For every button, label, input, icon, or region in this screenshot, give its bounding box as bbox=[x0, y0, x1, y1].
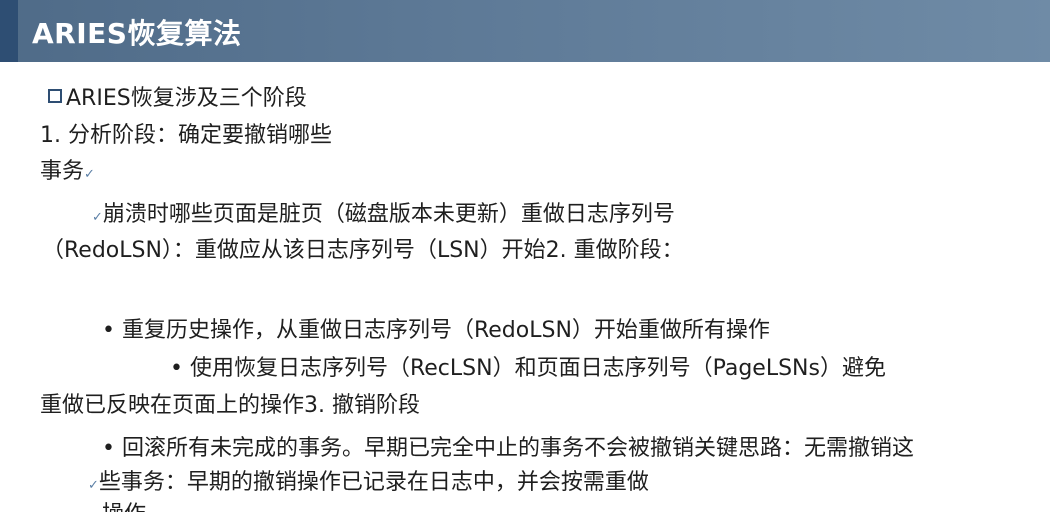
undo-bullet-1-continued: ✓些事务：早期的撤销操作已记录在日志中，并会按需重做 bbox=[88, 468, 649, 501]
undo-phase-line: 重做已反映在页面上的操作3. 撤销阶段 bbox=[40, 393, 420, 418]
check-icon: ✓ bbox=[88, 478, 99, 493]
undo-bullet-1: • 回滚所有未完成的事务。早期已完全中止的事务不会被撤销关键思路：无需撤销这 bbox=[102, 436, 914, 461]
undo-continued-text: 些事务：早期的撤销操作已记录在日志中，并会按需重做 bbox=[98, 470, 649, 495]
undo-bullet-1-tail: 操作 bbox=[102, 500, 146, 512]
dirty-pages-line: ✓崩溃时哪些页面是脏页（磁盘版本未更新）重做日志序列号 bbox=[92, 200, 675, 233]
dirty-pages-text: 崩溃时哪些页面是脏页（磁盘版本未更新）重做日志序列号 bbox=[102, 202, 675, 227]
title-bar-accent bbox=[0, 0, 18, 62]
heading-text: ARIES恢复涉及三个阶段 bbox=[66, 86, 307, 111]
slide: ARIES恢复算法 ARIES恢复涉及三个阶段 1. 分析阶段：确定要撤销哪些 … bbox=[0, 0, 1050, 512]
heading-line: ARIES恢复涉及三个阶段 bbox=[48, 84, 307, 114]
redolsn-line: （RedoLSN）：重做应从该日志序列号（LSN）开始2. 重做阶段： bbox=[42, 238, 684, 263]
analysis-continued-line: 事务✓ bbox=[40, 157, 95, 190]
check-icon: ✓ bbox=[92, 210, 103, 225]
phase-analysis-line: 1. 分析阶段：确定要撤销哪些 bbox=[40, 123, 332, 148]
square-bullet-icon bbox=[48, 89, 62, 103]
check-icon: ✓ bbox=[84, 167, 95, 182]
redo-bullet-1: • 重复历史操作，从重做日志序列号（RedoLSN）开始重做所有操作 bbox=[102, 318, 770, 343]
redo-bullet-2: • 使用恢复日志序列号（RecLSN）和页面日志序列号（PageLSNs）避免 bbox=[170, 356, 886, 381]
slide-title: ARIES恢复算法 bbox=[32, 17, 242, 50]
analysis-continued-text: 事务 bbox=[40, 159, 85, 184]
title-bar: ARIES恢复算法 bbox=[0, 0, 1050, 62]
